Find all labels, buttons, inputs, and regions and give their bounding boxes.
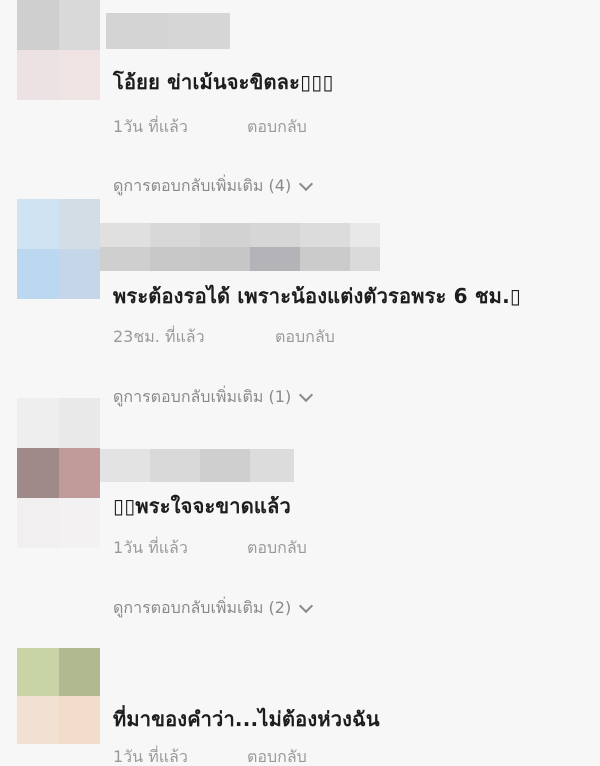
commenter-name-blurred[interactable]	[106, 13, 230, 49]
view-more-replies-label: ดูการตอบกลับเพิ่มเติม (4)	[113, 176, 292, 195]
avatar[interactable]	[17, 199, 100, 299]
view-more-replies-label: ดูการตอบกลับเพิ่มเติม (1)	[113, 387, 292, 406]
avatar[interactable]	[17, 648, 100, 744]
reply-button[interactable]: ตอบกลับ	[247, 115, 307, 140]
comment-time: 23ชม. ที่แล้ว	[113, 327, 205, 346]
avatar-pixel	[17, 0, 59, 50]
comment-meta: 23ชม. ที่แล้ว ตอบกลับ	[113, 325, 335, 350]
commenter-name-blurred[interactable]	[100, 449, 294, 482]
commenter-name-blurred-row	[100, 247, 380, 271]
view-more-replies-button[interactable]: ดูการตอบกลับเพิ่มเติม (2)	[113, 596, 314, 621]
comment-text: ▯▯พระใจจะขาดแล้ว	[113, 494, 291, 518]
avatar-pixel	[17, 50, 59, 100]
chevron-down-icon	[299, 176, 314, 191]
reply-button[interactable]: ตอบกลับ	[247, 745, 307, 766]
view-more-replies-button[interactable]: ดูการตอบกลับเพิ่มเติม (4)	[113, 174, 314, 199]
chevron-down-icon	[299, 598, 314, 613]
reply-button[interactable]: ตอบกลับ	[247, 536, 307, 561]
comment-text: พระต้องรอได้ เพราะน้องแต่งตัวรอพระ 6 ชม.…	[113, 284, 522, 308]
comment-meta: 1วัน ที่แล้ว ตอบกลับ	[113, 536, 307, 561]
reply-button[interactable]: ตอบกลับ	[275, 325, 335, 350]
comment-meta: 1วัน ที่แล้ว ตอบกลับ	[113, 115, 307, 140]
chevron-down-icon	[299, 387, 314, 402]
comment-text: โอ้ยย ข่าเม้นจะขิตละ▯▯▯	[113, 70, 334, 94]
avatar-lower	[17, 498, 100, 548]
view-more-replies-button[interactable]: ดูการตอบกลับเพิ่มเติม (1)	[113, 385, 314, 410]
commenter-name-blurred[interactable]	[100, 223, 380, 247]
comment-time: 1วัน ที่แล้ว	[113, 747, 188, 766]
view-more-replies-label: ดูการตอบกลับเพิ่มเติม (2)	[113, 598, 292, 617]
comment-meta: 1วัน ที่แล้ว ตอบกลับ	[113, 745, 307, 766]
comment-time: 1วัน ที่แล้ว	[113, 117, 188, 136]
comment-time: 1วัน ที่แล้ว	[113, 538, 188, 557]
avatar-pixel	[58, 0, 100, 50]
comment-text: ที่มาของคำว่า...ไม่ต้องห่วงฉัน	[113, 707, 380, 731]
avatar[interactable]	[17, 0, 100, 100]
avatar[interactable]	[17, 398, 100, 498]
avatar-pixel	[58, 50, 100, 100]
